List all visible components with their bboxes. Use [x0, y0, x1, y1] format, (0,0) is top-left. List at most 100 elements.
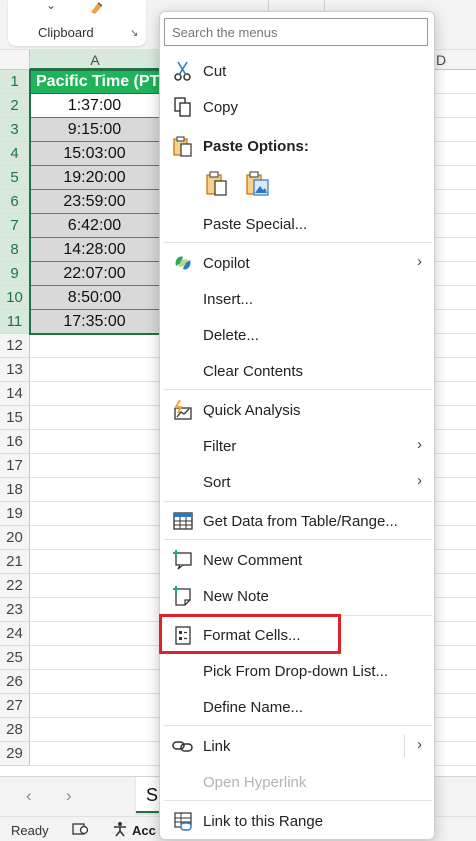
row-header-19[interactable]: 19	[0, 502, 30, 526]
paste-picture-icon[interactable]	[244, 170, 272, 203]
table-cell[interactable]: 17:35:00	[30, 310, 160, 334]
menu-item-quick-analysis[interactable]: Quick Analysis	[160, 395, 434, 425]
menu-item-label: Quick Analysis	[203, 402, 301, 419]
accessibility-icon[interactable]	[112, 821, 130, 840]
new-note-icon	[172, 585, 194, 607]
menu-item-insert[interactable]: Insert...	[160, 284, 434, 314]
dialog-launcher-icon[interactable]: ↘	[130, 28, 138, 39]
submenu-arrow-icon[interactable]: ›	[417, 736, 422, 753]
menu-item-label: Clear Contents	[203, 363, 304, 380]
row-header-20[interactable]: 20	[0, 526, 30, 550]
menu-item-define-name[interactable]: Define Name...	[160, 692, 434, 722]
menu-item-cut[interactable]: Cut	[160, 56, 434, 86]
row-header-22[interactable]: 22	[0, 574, 30, 598]
menu-item-copy[interactable]: Copy	[160, 92, 434, 122]
macro-recording-icon[interactable]	[72, 822, 90, 839]
row-header-10[interactable]: 10	[0, 286, 30, 310]
accessibility-status[interactable]: Acc	[132, 823, 156, 838]
row-header-17[interactable]: 17	[0, 454, 30, 478]
paste-keep-formatting-icon[interactable]	[204, 170, 230, 203]
row-header-6[interactable]: 6	[0, 190, 30, 214]
menu-item-label: Get Data from Table/Range...	[203, 513, 398, 530]
link-icon	[172, 735, 194, 757]
row-header-11[interactable]: 11	[0, 310, 30, 334]
menu-separator	[164, 539, 432, 540]
menu-item-delete[interactable]: Delete...	[160, 320, 434, 350]
table-header-cell[interactable]: Pacific Time (PT)	[30, 70, 160, 94]
column-header-a[interactable]: A	[30, 50, 160, 70]
row-header-1[interactable]: 1	[0, 70, 30, 94]
table-cell[interactable]: 1:37:00	[30, 94, 160, 118]
menu-item-label: Sort	[203, 474, 231, 491]
menu-item-clear-contents[interactable]: Clear Contents	[160, 356, 434, 386]
menu-item-label: Copy	[203, 99, 239, 116]
row-header-8[interactable]: 8	[0, 238, 30, 262]
highlight-format-cells	[159, 614, 341, 654]
copy-icon	[172, 96, 194, 118]
row-header-23[interactable]: 23	[0, 598, 30, 622]
row-header-29[interactable]: 29	[0, 742, 30, 766]
menu-separator	[164, 389, 432, 390]
menu-separator	[164, 800, 432, 801]
paste-option-buttons	[204, 170, 284, 200]
row-header-18[interactable]: 18	[0, 478, 30, 502]
format-painter-icon[interactable]	[88, 0, 110, 21]
menu-item-filter[interactable]: Filter ›	[160, 431, 434, 461]
row-header-28[interactable]: 28	[0, 718, 30, 742]
menu-item-label: Link	[203, 738, 231, 755]
table-cell[interactable]: 15:03:00	[30, 142, 160, 166]
table-icon	[172, 510, 194, 532]
chevron-down-icon[interactable]: ⌄	[46, 0, 56, 12]
row-header-25[interactable]: 25	[0, 646, 30, 670]
menu-item-pick-from-list[interactable]: Pick From Drop-down List...	[160, 656, 434, 686]
context-menu: Cut Copy Paste Options: Paste Special...…	[159, 11, 435, 840]
select-all-corner[interactable]	[0, 50, 30, 70]
menu-item-label: Open Hyperlink	[203, 774, 307, 791]
menu-item-link-to-range[interactable]: Link to this Range	[160, 806, 434, 836]
menu-separator	[164, 501, 432, 502]
scissors-icon	[172, 60, 194, 82]
menu-item-copilot[interactable]: Copilot ›	[160, 248, 434, 278]
menu-item-label: New Note	[203, 588, 269, 605]
menu-search-input[interactable]	[164, 18, 428, 46]
new-comment-icon	[172, 549, 194, 571]
menu-item-label: Pick From Drop-down List...	[203, 663, 389, 680]
menu-item-label: Filter	[203, 438, 237, 455]
row-header-27[interactable]: 27	[0, 694, 30, 718]
row-header-4[interactable]: 4	[0, 142, 30, 166]
submenu-arrow-icon: ›	[417, 472, 422, 489]
menu-item-link[interactable]: Link ›	[160, 731, 434, 761]
table-cell[interactable]: 8:50:00	[30, 286, 160, 310]
scroll-left-icon[interactable]: ‹	[26, 786, 32, 806]
menu-item-new-comment[interactable]: New Comment	[160, 545, 434, 575]
table-cell[interactable]: 23:59:00	[30, 190, 160, 214]
row-header-13[interactable]: 13	[0, 358, 30, 382]
table-cell[interactable]: 14:28:00	[30, 238, 160, 262]
row-header-21[interactable]: 21	[0, 550, 30, 574]
row-header-5[interactable]: 5	[0, 166, 30, 190]
menu-item-label: Delete...	[203, 327, 259, 344]
row-header-2[interactable]: 2	[0, 94, 30, 118]
row-header-9[interactable]: 9	[0, 262, 30, 286]
table-cell[interactable]: 9:15:00	[30, 118, 160, 142]
column-header-d[interactable]: D	[432, 50, 476, 70]
row-header-16[interactable]: 16	[0, 430, 30, 454]
table-cell[interactable]: 6:42:00	[30, 214, 160, 238]
row-header-12[interactable]: 12	[0, 334, 30, 358]
row-header-24[interactable]: 24	[0, 622, 30, 646]
row-header-14[interactable]: 14	[0, 382, 30, 406]
menu-item-sort[interactable]: Sort ›	[160, 467, 434, 497]
row-header-7[interactable]: 7	[0, 214, 30, 238]
menu-item-label: Insert...	[203, 291, 254, 308]
submenu-arrow-icon: ›	[417, 253, 422, 270]
menu-item-open-hyperlink: Open Hyperlink	[160, 767, 434, 797]
row-header-15[interactable]: 15	[0, 406, 30, 430]
menu-item-paste-special[interactable]: Paste Special...	[160, 209, 434, 239]
menu-item-new-note[interactable]: New Note	[160, 581, 434, 611]
table-cell[interactable]: 19:20:00	[30, 166, 160, 190]
menu-item-get-data[interactable]: Get Data from Table/Range...	[160, 506, 434, 536]
row-header-3[interactable]: 3	[0, 118, 30, 142]
table-cell[interactable]: 22:07:00	[30, 262, 160, 286]
row-header-26[interactable]: 26	[0, 670, 30, 694]
scroll-right-icon[interactable]: ›	[66, 786, 72, 806]
